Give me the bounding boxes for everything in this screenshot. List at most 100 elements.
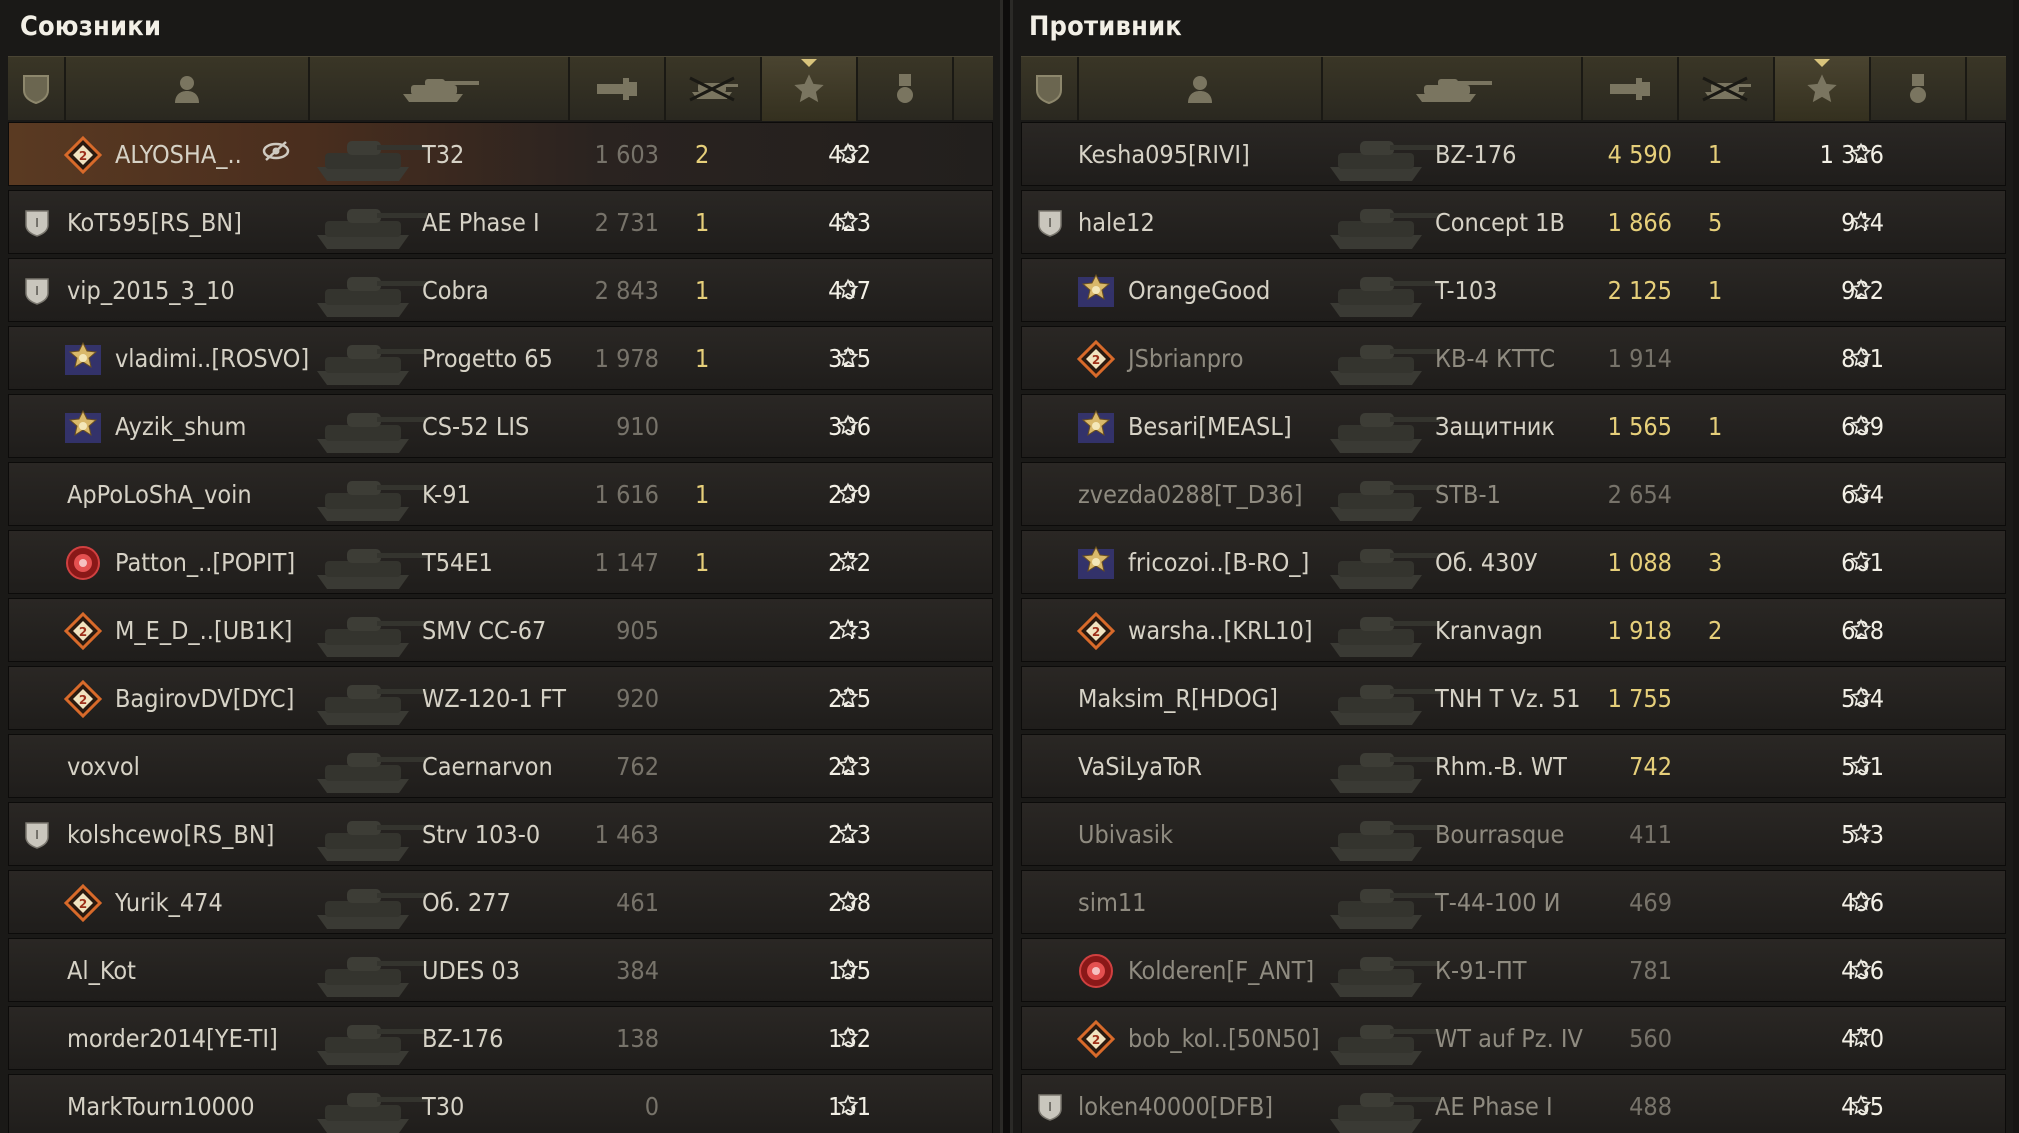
tank-name: BZ-176 — [1435, 140, 1517, 169]
svg-text:2: 2 — [1092, 353, 1100, 367]
xp-star-icon — [1806, 73, 1838, 105]
player-name: KoT595[RS_BN] — [67, 208, 242, 237]
damage-value: 4 590 — [1607, 140, 1672, 169]
tank-icon — [1410, 74, 1494, 104]
player-row[interactable]: Ihale12Concept 1B1 8665944 — [1021, 190, 2006, 254]
player-row[interactable]: Kolderen[F_ANT]К-91-ПТ781486 — [1021, 938, 2006, 1002]
player-name: JSbrianpro — [1128, 344, 1244, 373]
player-row[interactable]: VaSiLyaToRRhm.-B. WT742561 — [1021, 734, 2006, 798]
column-player-header[interactable] — [66, 57, 310, 121]
player-row[interactable]: sim11Т-44-100 И469496 — [1021, 870, 2006, 934]
player-row[interactable]: Kesha095[RIVI] BZ-176 4 590 1 1 326 — [1021, 122, 2006, 186]
player-row[interactable]: Ikolshcewo[RS_BN]Strv 103-01 463213 — [8, 802, 993, 866]
kills-value: 1 — [1708, 140, 1723, 169]
player-row[interactable]: 2M_E_D_..[UB1K]SMV CC-67905243 — [8, 598, 993, 662]
player-row[interactable]: zvezda0288[T_D36]STB-12 654664 — [1021, 462, 2006, 526]
player-row[interactable]: 2ALYOSHA_..T321 6032482 — [8, 122, 993, 186]
xp-star-icon — [1849, 685, 1873, 709]
kills-value — [695, 803, 725, 865]
svg-text:I: I — [35, 828, 39, 842]
tank-name: AE Phase I — [422, 208, 540, 237]
tank-silhouette-icon — [1322, 669, 1442, 729]
xp-star-icon — [1849, 1025, 1873, 1049]
column-tank-header[interactable] — [310, 57, 570, 121]
player-name: warsha..[KRL10] — [1128, 616, 1313, 645]
player-row[interactable]: Al_KotUDES 03384195 — [8, 938, 993, 1002]
player-row[interactable]: Patton_..[POPIT]T54E11 1471272 — [8, 530, 993, 594]
player-name: Al_Kot — [67, 956, 136, 985]
svg-text:I: I — [1048, 1100, 1052, 1114]
player-row[interactable]: voxvolCaernarvon762223 — [8, 734, 993, 798]
xp-star-icon — [1849, 277, 1873, 301]
damage-value: 1 866 — [1607, 208, 1672, 237]
player-row[interactable]: Besari[MEASL]Защитник1 5651689 — [1021, 394, 2006, 458]
column-damage-header[interactable] — [1583, 57, 1679, 121]
column-kills-header[interactable] — [1679, 57, 1775, 121]
tank-silhouette-icon — [1322, 601, 1442, 661]
tank-silhouette-icon — [309, 805, 429, 865]
player-row[interactable]: Iloken40000[DFB]AE Phase I488465 — [1021, 1074, 2006, 1133]
damage-value: 0 — [644, 1092, 659, 1121]
xp-star-icon — [836, 1093, 860, 1117]
tank-name: КВ-4 КТТС — [1435, 344, 1556, 373]
player-name: zvezda0288[T_D36] — [1078, 480, 1303, 509]
tank-name: T54E1 — [422, 548, 493, 577]
xp-star-icon — [836, 821, 860, 845]
player-row[interactable]: 2BagirovDV[DYC]WZ-120-1 FT920225 — [8, 666, 993, 730]
enemies-rows: Kesha095[RIVI] BZ-176 4 590 1 1 326 Ihale12 Co… — [1021, 122, 2006, 1133]
column-platoon-header[interactable] — [8, 57, 66, 121]
xp-star-icon — [836, 209, 860, 233]
player-name: sim11 — [1078, 888, 1147, 917]
tank-silhouette-icon — [309, 125, 429, 185]
player-row[interactable]: Maksim_R[HDOG]TNH T Vz. 511 755584 — [1021, 666, 2006, 730]
damage-value: 2 125 — [1607, 276, 1672, 305]
player-row[interactable]: vladimi..[ROSVO]Progetto 651 9781325 — [8, 326, 993, 390]
column-medal-header[interactable] — [1871, 57, 1967, 121]
kills-value: 1 — [1708, 276, 1723, 305]
tank-name: CS-52 LIS — [422, 412, 530, 441]
column-tank-header[interactable] — [1323, 57, 1583, 121]
kills-value — [695, 599, 725, 661]
tank-silhouette-icon — [309, 1077, 429, 1133]
player-row[interactable]: 2Yurik_474Об. 277461208 — [8, 870, 993, 934]
kills-value: 2 — [695, 140, 710, 169]
kills-value — [695, 1007, 725, 1069]
player-row[interactable]: Ivip_2015_3_10Cobra2 8431407 — [8, 258, 993, 322]
kills-value — [1708, 939, 1738, 1001]
player-icon — [173, 74, 201, 104]
xp-star-icon — [836, 617, 860, 641]
player-row[interactable]: 2warsha..[KRL10]Kranvagn1 9182628 — [1021, 598, 2006, 662]
tank-name: BZ-176 — [422, 1024, 504, 1053]
column-medal-header[interactable] — [858, 57, 954, 121]
player-row[interactable]: OrangeGoodT-1032 1251922 — [1021, 258, 2006, 322]
column-xp-star-header[interactable] — [1775, 57, 1871, 121]
column-player-header[interactable] — [1079, 57, 1323, 121]
kills-value — [1708, 667, 1738, 729]
column-damage-header[interactable] — [570, 57, 666, 121]
svg-text:I: I — [35, 284, 39, 298]
tank-silhouette-icon — [1322, 193, 1442, 253]
xp-star-icon — [836, 685, 860, 709]
player-row[interactable]: MarkTourn10000T300161 — [8, 1074, 993, 1133]
kills-icon — [1699, 74, 1753, 104]
player-row[interactable]: morder2014[YE-TI]BZ-176138182 — [8, 1006, 993, 1070]
platoon-badge-icon: I — [23, 209, 51, 237]
column-platoon-header[interactable] — [1021, 57, 1079, 121]
xp-star-icon — [836, 481, 860, 505]
player-row[interactable]: 2bob_kol..[50N50]WT auf Pz. IV560470 — [1021, 1006, 2006, 1070]
svg-text:2: 2 — [79, 149, 87, 163]
tank-silhouette-icon — [309, 873, 429, 933]
column-xp-star-header[interactable] — [762, 57, 858, 121]
xp-star-icon — [1849, 617, 1873, 641]
column-kills-header[interactable] — [666, 57, 762, 121]
damage-value: 2 843 — [594, 276, 659, 305]
player-row[interactable]: UbivasikBourrasque411543 — [1021, 802, 2006, 866]
player-row[interactable]: IKoT595[RS_BN]AE Phase I2 7311423 — [8, 190, 993, 254]
player-row[interactable]: Ayzik_shumCS-52 LIS910306 — [8, 394, 993, 458]
tank-silhouette-icon — [309, 397, 429, 457]
player-row[interactable]: ApPoLoShA_voinK-911 6161299 — [8, 462, 993, 526]
enemies-column-header — [1021, 56, 2006, 121]
player-name: bob_kol..[50N50] — [1128, 1024, 1320, 1053]
player-row[interactable]: fricozoi..[B-RO_]Об. 430У1 0883661 — [1021, 530, 2006, 594]
player-row[interactable]: 2JSbrianproКВ-4 КТТС1 914801 — [1021, 326, 2006, 390]
